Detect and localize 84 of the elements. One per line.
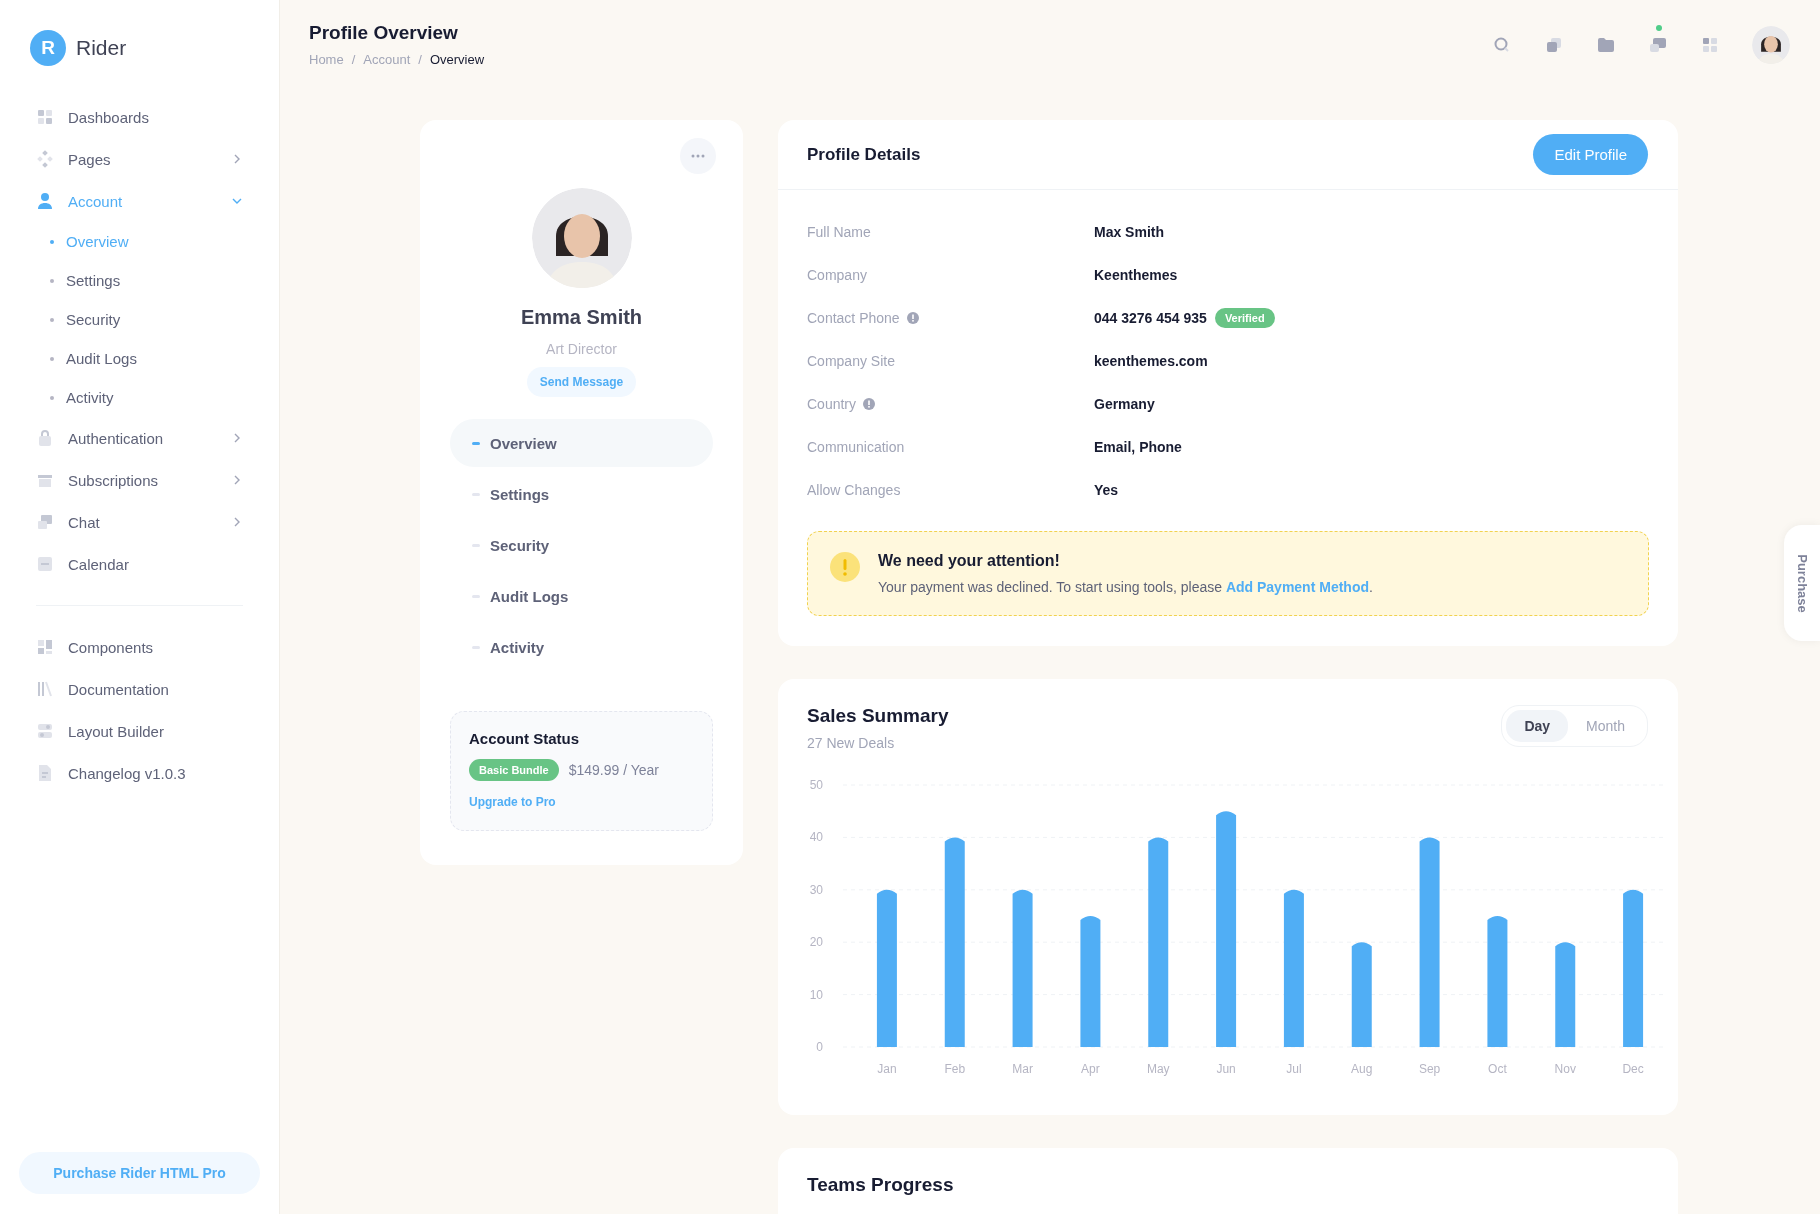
warning-icon xyxy=(830,552,860,582)
card-title: Profile Details xyxy=(807,144,921,165)
sidebar-subitem[interactable]: Activity xyxy=(0,378,279,417)
sidebar-item[interactable]: Components xyxy=(0,626,279,668)
profile-name: Emma Smith xyxy=(520,306,643,329)
menu-item-icon xyxy=(36,150,54,168)
alert-message: Your payment was declined. To start using tools, please Add Payment Method. xyxy=(878,579,1373,595)
sidebar-item[interactable]: Chat xyxy=(0,501,279,543)
more-button[interactable] xyxy=(680,138,716,174)
page-title: Profile Overview xyxy=(309,22,459,44)
logo-text[interactable]: Rider xyxy=(76,36,127,60)
profile-nav-item[interactable]: Overview xyxy=(450,419,713,467)
purchase-tab[interactable]: Purchase xyxy=(1784,525,1820,641)
verified-badge: Verified xyxy=(1214,307,1275,328)
person-icon xyxy=(36,192,54,210)
card-title: Sales Summary xyxy=(807,705,949,727)
sidebar-subitem[interactable]: Settings xyxy=(0,261,279,300)
axis-label: 30 xyxy=(809,882,823,897)
field-value: 044 3276 454 935 xyxy=(1094,309,1207,326)
axis-label: Aug xyxy=(1351,1062,1373,1076)
menu-item-icon xyxy=(36,722,54,740)
field-label: Country xyxy=(807,395,857,412)
sidebar-item[interactable]: Calendar xyxy=(0,543,279,585)
toggle-option[interactable]: Day xyxy=(1506,710,1569,742)
field-label: Allow Changes xyxy=(807,481,901,498)
field-label: Communication xyxy=(807,438,905,455)
axis-label: 0 xyxy=(816,1040,823,1054)
axis-label: Mar xyxy=(1012,1062,1033,1076)
axis-label: Sep xyxy=(1418,1062,1441,1076)
sidebar-item[interactable]: Layout Builder xyxy=(0,710,279,752)
sidebar-item[interactable]: Subscriptions xyxy=(0,459,279,501)
menu-item-icon xyxy=(36,108,54,126)
plan-badge: Basic Bundle xyxy=(469,759,559,781)
avatar xyxy=(1752,25,1790,64)
axis-label: Feb xyxy=(944,1062,966,1076)
axis-label: Apr xyxy=(1081,1062,1100,1076)
axis-label: May xyxy=(1146,1062,1170,1076)
menu-item-icon xyxy=(36,638,54,656)
sidebar-item[interactable]: Documentation xyxy=(0,668,279,710)
field-label: Company Site xyxy=(807,352,895,369)
breadcrumb-separator: / xyxy=(351,52,356,67)
plan-price: $149.99 / Year xyxy=(568,762,659,778)
profile-role: Art Director xyxy=(546,341,617,357)
card-title: Teams Progress xyxy=(807,1174,955,1196)
field-value: Email, Phone xyxy=(1094,438,1182,455)
sidebar-item[interactable]: Changelog v1.0.3 xyxy=(0,752,279,794)
field-label: Full Name xyxy=(807,223,871,240)
field-value: Yes xyxy=(1094,481,1119,498)
axis-label: Jan xyxy=(877,1062,897,1076)
axis-label: 20 xyxy=(809,935,823,950)
profile-nav-item[interactable]: Settings xyxy=(450,470,713,518)
axis-label: 50 xyxy=(809,778,823,792)
field-value: Keenthemes xyxy=(1094,266,1178,283)
menu-item-icon xyxy=(36,764,54,782)
sidebar-subitem[interactable]: Audit Logs xyxy=(0,339,279,378)
breadcrumb-separator: / xyxy=(418,52,422,67)
menu-item-icon xyxy=(36,513,54,531)
axis-label: Oct xyxy=(1488,1062,1507,1076)
sidebar-item[interactable]: Authentication xyxy=(0,417,279,459)
menu-item-icon xyxy=(36,429,54,447)
axis-label: 10 xyxy=(809,987,823,1002)
menu-item-icon xyxy=(36,680,54,698)
profile-nav-item[interactable]: Activity xyxy=(450,623,713,671)
axis-label: Nov xyxy=(1554,1062,1576,1076)
field-label: Company xyxy=(807,266,867,283)
field-value: keenthemes.com xyxy=(1094,352,1208,369)
breadcrumb-item: Overview xyxy=(429,52,485,67)
more-icon xyxy=(691,154,705,158)
menu-item-icon xyxy=(36,555,54,573)
field-value: Max Smith xyxy=(1094,223,1164,240)
field-label: Contact Phone xyxy=(807,309,900,326)
axis-label: Jun xyxy=(1216,1062,1236,1076)
sidebar-item[interactable]: Pages xyxy=(0,138,279,180)
axis-label: 40 xyxy=(809,830,823,845)
sidebar-subitem[interactable]: Security xyxy=(0,300,279,339)
profile-nav-item[interactable]: Security xyxy=(450,521,713,569)
card-subtitle: 27 New Deals xyxy=(807,735,896,751)
axis-label: Dec xyxy=(1622,1062,1644,1076)
sidebar-item[interactable]: Dashboards xyxy=(0,96,279,138)
axis-label: Jul xyxy=(1286,1062,1302,1076)
profile-nav-item[interactable]: Audit Logs xyxy=(450,572,713,620)
field-value: Germany xyxy=(1094,395,1155,412)
alert-title: We need your attention! xyxy=(878,552,1061,570)
account-status-title: Account Status xyxy=(469,730,580,747)
